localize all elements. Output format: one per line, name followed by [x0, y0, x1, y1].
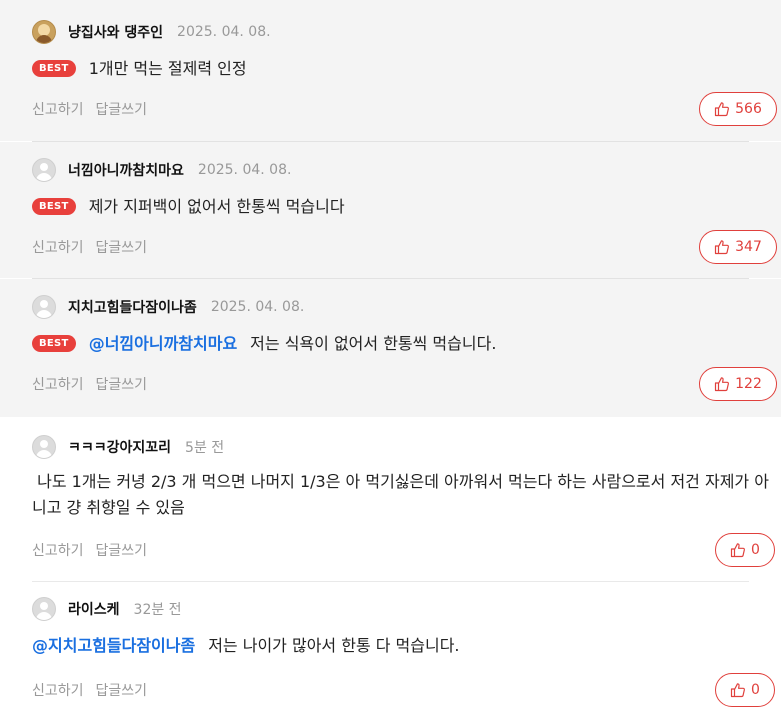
user-avatar-icon[interactable]	[32, 158, 56, 182]
comment-date: 2025. 04. 08.	[177, 24, 271, 40]
thumbs-up-icon	[730, 543, 745, 558]
thumbs-up-icon	[715, 377, 730, 392]
nickname[interactable]: 너낌아니까참치마요	[68, 160, 184, 180]
comment-body: BEST @너낌아니까참치마요 저는 식욕이 없어서 한통씩 먹습니다.	[32, 331, 749, 357]
comment-text: 제가 지퍼백이 없어서 한통씩 먹습니다	[88, 197, 345, 216]
like-button[interactable]: 0	[715, 533, 775, 567]
comment: ㅋㅋㅋ강아지꼬리 5분 전 나도 1개는 커녕 2/3 개 먹으면 나머지 1/…	[0, 417, 781, 581]
report-button[interactable]: 신고하기	[32, 99, 84, 119]
best-comment: 지치고힘들다잠이나좀 2025. 04. 08. BEST @너낌아니까참치마요…	[0, 279, 781, 417]
like-count: 0	[751, 542, 760, 558]
reply-button[interactable]: 답글쓰기	[96, 374, 148, 394]
comment-text: 저는 식욕이 없어서 한통씩 먹습니다.	[250, 334, 497, 353]
nickname[interactable]: ㅋㅋㅋ강아지꼬리	[68, 437, 171, 457]
mention-link[interactable]: @너낌아니까참치마요	[89, 331, 237, 357]
comment: 라이스케 32분 전 @지치고힘들다잠이나좀 저는 나이가 많아서 한통 다 먹…	[0, 582, 781, 710]
thumbs-up-icon	[715, 240, 730, 255]
comment-text: 저는 나이가 많아서 한통 다 먹습니다.	[208, 636, 460, 655]
comment-body: @지치고힘들다잠이나좀 저는 나이가 많아서 한통 다 먹습니다.	[32, 633, 749, 659]
user-avatar-icon[interactable]	[32, 597, 56, 621]
like-button[interactable]: 347	[699, 230, 777, 264]
reply-button[interactable]: 답글쓰기	[96, 680, 148, 700]
comment-body: BEST 1개만 먹는 절제력 인정	[32, 56, 749, 82]
best-badge: BEST	[32, 198, 76, 215]
like-count: 0	[751, 682, 760, 698]
thumbs-up-icon	[715, 102, 730, 117]
comment-date: 5분 전	[185, 440, 225, 456]
report-button[interactable]: 신고하기	[32, 680, 84, 700]
nickname[interactable]: 라이스케	[68, 599, 120, 619]
best-badge: BEST	[32, 335, 76, 352]
comment-text: 나도 1개는 커녕 2/3 개 먹으면 나머지 1/3은 아 먹기싫은데 아까워…	[32, 472, 769, 517]
like-count: 122	[735, 376, 762, 392]
comment-header: ㅋㅋㅋ강아지꼬리 5분 전	[32, 433, 749, 461]
like-count: 566	[735, 101, 762, 117]
user-avatar-icon[interactable]	[32, 435, 56, 459]
comment-date: 32분 전	[133, 602, 182, 618]
comment-footer: 신고하기 답글쓰기 0	[32, 533, 775, 567]
best-comment: 너낌아니까참치마요 2025. 04. 08. BEST 제가 지퍼백이 없어서…	[0, 142, 781, 278]
best-comment: 냥집사와 댕주인 2025. 04. 08. BEST 1개만 먹는 절제력 인…	[0, 0, 781, 141]
comment-header: 너낌아니까참치마요 2025. 04. 08.	[32, 156, 749, 184]
comment-footer: 신고하기 답글쓰기 347	[32, 230, 777, 264]
comment-date: 2025. 04. 08.	[197, 162, 292, 178]
reply-button[interactable]: 답글쓰기	[96, 540, 148, 560]
like-button[interactable]: 122	[699, 367, 777, 401]
thumbs-up-icon	[730, 683, 745, 698]
mention-link[interactable]: @지치고힘들다잠이나좀	[32, 633, 195, 659]
like-button[interactable]: 566	[699, 92, 777, 126]
best-badge: BEST	[32, 60, 76, 77]
nickname[interactable]: 냥집사와 댕주인	[68, 22, 163, 42]
comment-body: BEST 제가 지퍼백이 없어서 한통씩 먹습니다	[32, 194, 749, 220]
comment-date: 2025. 04. 08.	[210, 299, 305, 315]
comment-footer: 신고하기 답글쓰기 122	[32, 367, 777, 401]
comment-text: 1개만 먹는 절제력 인정	[88, 59, 247, 78]
like-count: 347	[735, 239, 762, 255]
comment-footer: 신고하기 답글쓰기 566	[32, 92, 777, 126]
report-button[interactable]: 신고하기	[32, 237, 84, 257]
report-button[interactable]: 신고하기	[32, 374, 84, 394]
user-avatar-icon[interactable]	[32, 295, 56, 319]
reply-button[interactable]: 답글쓰기	[96, 237, 148, 257]
nickname[interactable]: 지치고힘들다잠이나좀	[68, 297, 197, 317]
comment-header: 지치고힘들다잠이나좀 2025. 04. 08.	[32, 293, 749, 321]
comment-list: 냥집사와 댕주인 2025. 04. 08. BEST 1개만 먹는 절제력 인…	[0, 0, 781, 710]
comment-footer: 신고하기 답글쓰기 0	[32, 673, 775, 707]
reply-button[interactable]: 답글쓰기	[96, 99, 148, 119]
like-button[interactable]: 0	[715, 673, 775, 707]
comment-header: 라이스케 32분 전	[32, 595, 749, 623]
comment-header: 냥집사와 댕주인 2025. 04. 08.	[32, 18, 749, 46]
avatar[interactable]	[32, 20, 56, 44]
report-button[interactable]: 신고하기	[32, 540, 84, 560]
